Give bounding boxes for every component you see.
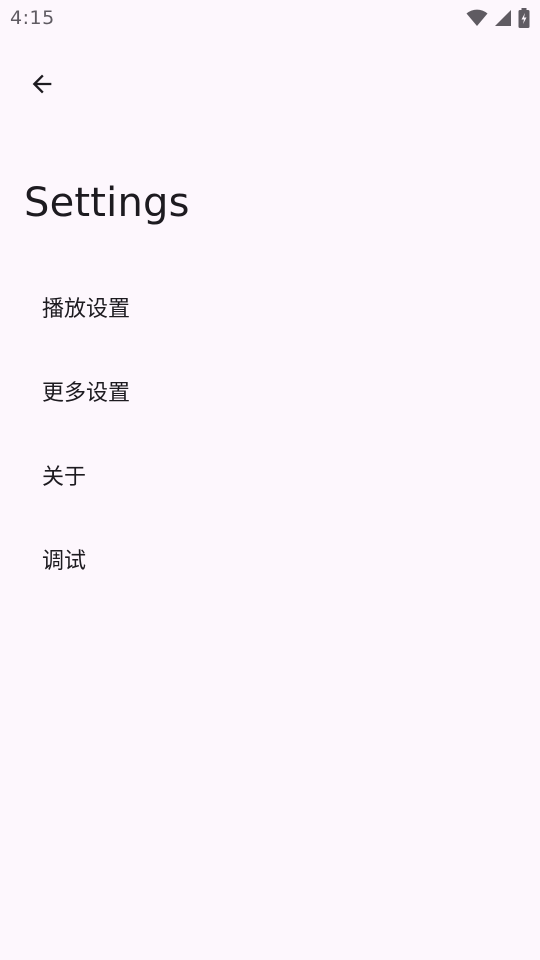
- settings-item-playback[interactable]: 播放设置: [0, 265, 540, 349]
- settings-item-label: 关于: [42, 465, 87, 490]
- settings-list: 播放设置 更多设置 关于 调试: [0, 265, 540, 601]
- status-time: 4:15: [10, 7, 55, 29]
- status-bar: 4:15: [0, 0, 540, 36]
- arrow-left-icon: [28, 70, 56, 102]
- cellular-signal-icon: [494, 9, 512, 27]
- status-icons: [466, 8, 530, 28]
- page-title: Settings: [24, 180, 190, 226]
- settings-item-label: 播放设置: [42, 297, 131, 322]
- back-button[interactable]: [18, 62, 66, 110]
- settings-item-label: 调试: [42, 549, 87, 574]
- battery-charging-icon: [518, 8, 530, 28]
- settings-item-debug[interactable]: 调试: [0, 517, 540, 601]
- wifi-icon: [466, 9, 488, 27]
- settings-item-more[interactable]: 更多设置: [0, 349, 540, 433]
- settings-item-about[interactable]: 关于: [0, 433, 540, 517]
- settings-item-label: 更多设置: [42, 381, 131, 406]
